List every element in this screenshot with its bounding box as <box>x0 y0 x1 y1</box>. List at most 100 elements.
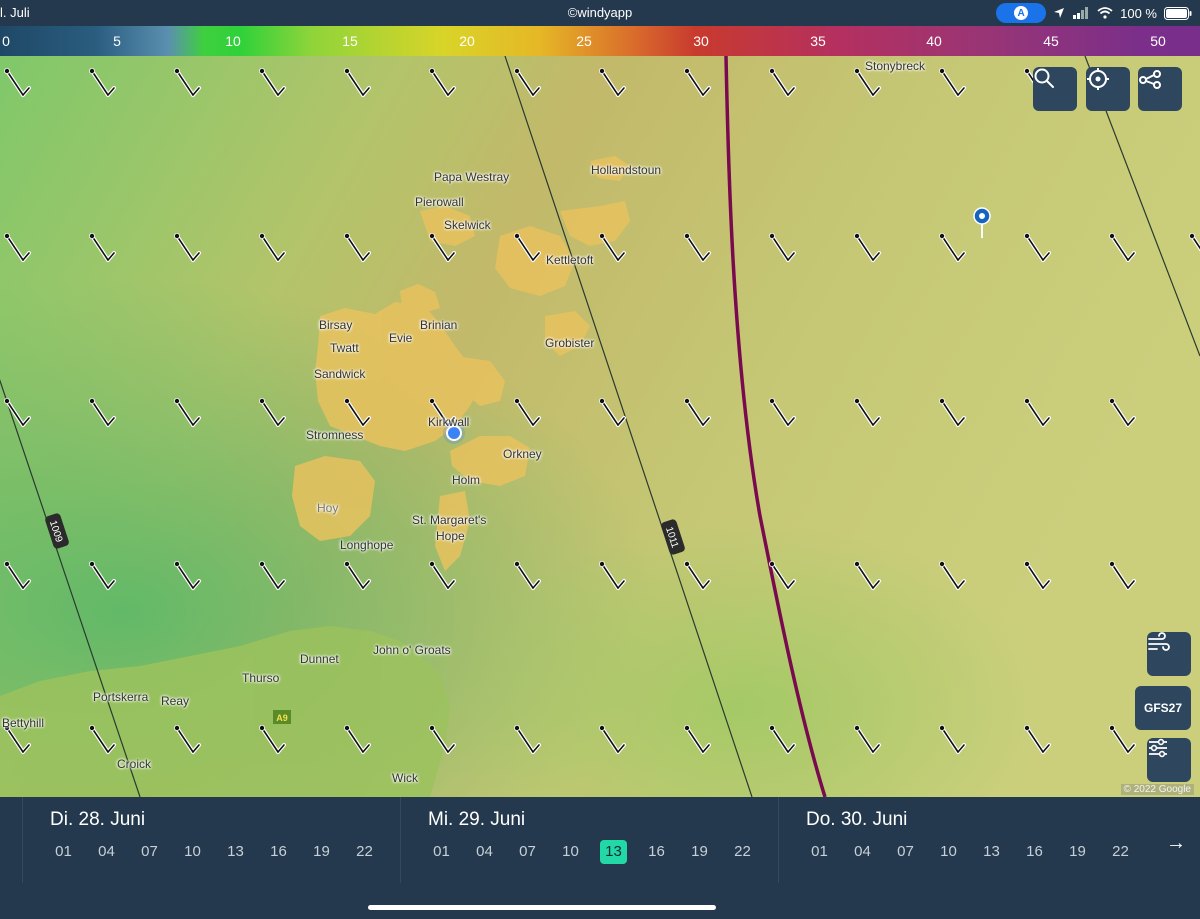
place-label: Kettletoft <box>546 253 594 267</box>
place-label: Hope <box>436 529 465 543</box>
locate-button[interactable] <box>1086 67 1130 111</box>
road-label: A9 <box>276 713 288 723</box>
forecast-timeline: Di. 28. Juni 01 04 07 10 13 16 19 22 Mi.… <box>0 797 1200 883</box>
model-selector-button[interactable]: GFS27 <box>1135 686 1191 730</box>
home-indicator <box>368 905 716 910</box>
status-bar: l. Juli ©windyapp A 100 % <box>0 0 1200 26</box>
wind-speed-scale: 0 5 10 15 20 25 30 35 40 45 50 <box>0 26 1200 56</box>
navigation-pill[interactable]: A <box>996 3 1047 23</box>
search-button[interactable] <box>1033 67 1077 111</box>
scale-label: 0 <box>2 33 10 49</box>
place-label: Portskerra <box>93 690 149 704</box>
day-title: Do. 30. Juni <box>806 809 908 830</box>
scale-label: 5 <box>113 33 121 49</box>
hour-item-selected[interactable]: 13 <box>600 840 627 864</box>
wind-layer-button[interactable] <box>1147 632 1191 676</box>
place-label: Pierowall <box>415 195 464 209</box>
hour-item[interactable]: 10 <box>549 840 592 864</box>
place-label: Thurso <box>242 671 280 685</box>
scale-label: 40 <box>926 33 942 49</box>
place-label: Stromness <box>306 428 364 442</box>
hour-item[interactable]: 19 <box>1056 840 1099 864</box>
hour-item[interactable]: 19 <box>678 840 721 864</box>
scale-label: 35 <box>810 33 826 49</box>
place-label: Orkney <box>503 447 542 461</box>
day-title: Di. 28. Juni <box>50 809 146 830</box>
location-arrow-icon <box>1054 8 1065 18</box>
battery-percent: 100 % <box>1120 5 1157 21</box>
hour-item[interactable]: 16 <box>635 840 678 864</box>
hour-item[interactable]: 04 <box>841 840 884 864</box>
day-column: Mi. 29. Juni 01 04 07 10 13 16 19 22 <box>400 797 778 883</box>
hour-list: 01 04 07 10 13 16 19 22 <box>798 840 1142 864</box>
place-label: Dunnet <box>300 652 339 666</box>
scale-label: 50 <box>1150 33 1166 49</box>
place-label: Grobister <box>545 336 595 350</box>
wind-icon <box>1148 632 1170 651</box>
hour-list: 01 04 07 10 13 16 19 22 <box>42 840 386 864</box>
place-label: St. Margaret's <box>412 513 487 527</box>
hour-item[interactable]: 10 <box>171 840 214 864</box>
hour-item[interactable]: 22 <box>1099 840 1142 864</box>
hour-item[interactable]: 10 <box>927 840 970 864</box>
place-label: Sandwick <box>314 367 366 381</box>
place-label: Reay <box>161 694 190 708</box>
place-label: Croick <box>117 757 152 771</box>
day-column: Di. 28. Juni 01 04 07 10 13 16 19 22 <box>22 797 400 883</box>
hour-item[interactable]: 13 <box>970 840 1013 864</box>
settings-button[interactable] <box>1147 738 1191 782</box>
place-label: Brinian <box>420 318 458 332</box>
hour-item[interactable]: 07 <box>884 840 927 864</box>
hour-item[interactable]: 16 <box>1013 840 1056 864</box>
place-label: Holm <box>452 473 481 487</box>
hour-item[interactable]: 01 <box>798 840 841 864</box>
hour-item[interactable]: 22 <box>721 840 764 864</box>
hour-item[interactable]: 13 <box>214 840 257 864</box>
scale-label: 10 <box>225 33 241 49</box>
arrow-right-icon[interactable]: → <box>1166 832 1186 855</box>
scale-label: 30 <box>693 33 709 49</box>
scale-label: 45 <box>1043 33 1059 49</box>
place-label: Papa Westray <box>434 170 510 184</box>
scale-label: 15 <box>342 33 358 49</box>
place-label: Twatt <box>330 341 359 355</box>
place-label: Longhope <box>340 538 394 552</box>
battery-icon <box>1164 6 1192 20</box>
place-label: Evie <box>389 331 413 345</box>
place-label: Hollandstoun <box>591 163 662 177</box>
hour-item[interactable]: 01 <box>420 840 463 864</box>
wifi-icon <box>1097 7 1113 19</box>
weather-map[interactable]: 1009 1011 A9 Stonybreck Papa Westray Hol… <box>0 56 1200 797</box>
scale-label: 25 <box>576 33 592 49</box>
hour-item[interactable]: 16 <box>257 840 300 864</box>
place-label: Stonybreck <box>865 59 926 73</box>
place-label: Bettyhill <box>2 716 45 730</box>
signal-icon <box>1073 7 1089 19</box>
route-icon <box>1139 70 1161 89</box>
place-label: Hoy <box>317 501 339 515</box>
scale-gradient <box>0 26 1200 56</box>
hour-list: 01 04 07 10 13 16 19 22 <box>420 840 764 864</box>
crosshair-icon <box>1087 68 1109 90</box>
hour-item[interactable]: 07 <box>506 840 549 864</box>
hour-item[interactable]: 07 <box>128 840 171 864</box>
hour-item[interactable]: 04 <box>85 840 128 864</box>
place-label: Wick <box>392 771 418 785</box>
hour-item[interactable]: 19 <box>300 840 343 864</box>
status-icons: A 100 % <box>996 3 1192 23</box>
scale-label: 20 <box>459 33 475 49</box>
search-icon <box>1034 68 1054 88</box>
hour-item[interactable]: 04 <box>463 840 506 864</box>
place-label: Skelwick <box>444 218 491 232</box>
navigation-icon: A <box>1014 6 1029 20</box>
hour-item[interactable]: 22 <box>343 840 386 864</box>
road-sign-a9: A9 <box>273 710 291 724</box>
route-button[interactable] <box>1138 67 1182 111</box>
map-attribution: © 2022 Google <box>1120 784 1194 795</box>
day-title: Mi. 29. Juni <box>428 809 526 830</box>
sliders-icon <box>1149 738 1167 758</box>
day-column: Do. 30. Juni 01 04 07 10 13 16 19 22 <box>778 797 1156 883</box>
place-label: Kirkwall <box>428 415 470 429</box>
place-label: Birsay <box>319 318 353 332</box>
hour-item[interactable]: 01 <box>42 840 85 864</box>
